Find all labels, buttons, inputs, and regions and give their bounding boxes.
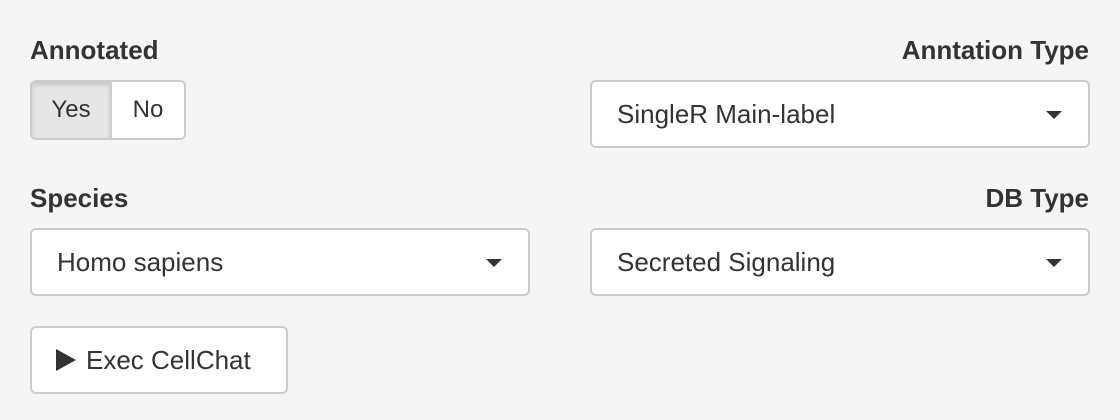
caret-down-icon — [1046, 259, 1062, 267]
exec-cellchat-label: Exec CellChat — [86, 344, 251, 375]
caret-down-icon — [1046, 111, 1062, 119]
annotation-type-select[interactable]: SingleR Main-label — [590, 80, 1090, 148]
annotated-label: Annotated — [30, 35, 159, 65]
db-type-value: Secreted Signaling — [617, 247, 836, 277]
annotated-toggle-group: Yes No — [30, 80, 186, 140]
annotated-yes-button[interactable]: Yes — [32, 82, 112, 138]
exec-cellchat-button[interactable]: Exec CellChat — [30, 326, 288, 394]
caret-down-icon — [486, 259, 502, 267]
annotated-no-button[interactable]: No — [112, 82, 184, 138]
species-label: Species — [30, 183, 129, 213]
db-type-label: DB Type — [985, 183, 1089, 213]
species-value: Homo sapiens — [57, 247, 224, 277]
play-icon — [56, 349, 76, 371]
annotation-type-label: Anntation Type — [901, 35, 1089, 65]
annotation-type-value: SingleR Main-label — [617, 99, 836, 129]
db-type-select[interactable]: Secreted Signaling — [590, 228, 1090, 296]
species-select[interactable]: Homo sapiens — [30, 228, 530, 296]
